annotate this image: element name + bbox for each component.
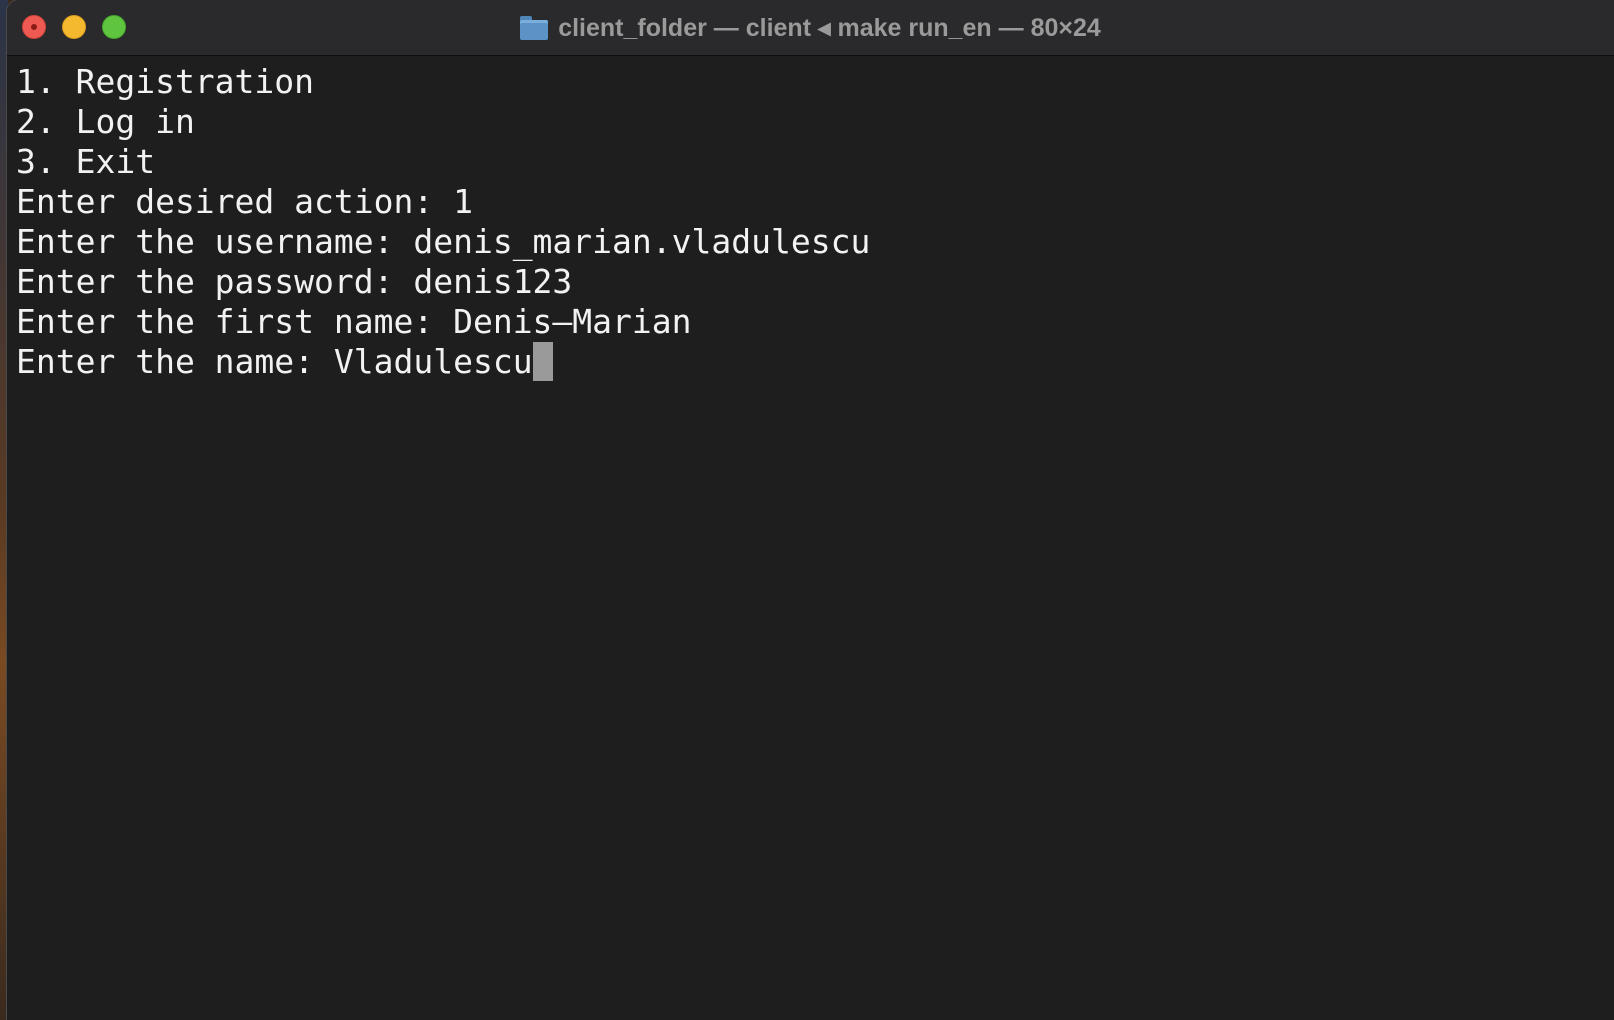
titlebar[interactable]: client_folder — client ◂ make run_en — 8… xyxy=(7,0,1614,56)
window-title-group: client_folder — client ◂ make run_en — 8… xyxy=(7,0,1614,55)
terminal-line: 3. Exit xyxy=(16,142,156,181)
terminal-line: Enter the first name: Denis—Marian xyxy=(16,302,692,341)
terminal-prompt-text: Enter the name: Vladulescu xyxy=(16,342,533,381)
terminal-line: Enter the password: denis123 xyxy=(16,262,573,301)
terminal-line: 1. Registration xyxy=(16,62,315,101)
folder-icon xyxy=(520,15,549,40)
terminal-line: Enter desired action: 1 xyxy=(16,182,473,221)
text-cursor xyxy=(532,342,553,381)
terminal-input-line[interactable]: Enter the name: Vladulescu xyxy=(16,342,1614,382)
terminal-line: Enter the username: denis_marian.vladule… xyxy=(16,222,871,261)
terminal-line: 2. Log in xyxy=(16,102,195,141)
window-title: client_folder — client ◂ make run_en — 8… xyxy=(558,13,1101,42)
terminal-output[interactable]: 1. Registration 2. Log in 3. Exit Enter … xyxy=(7,56,1614,382)
terminal-window: client_folder — client ◂ make run_en — 8… xyxy=(7,0,1614,1020)
